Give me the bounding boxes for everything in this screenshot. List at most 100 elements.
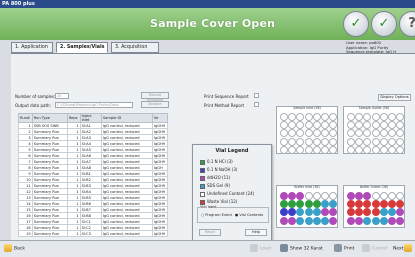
vial-well[interactable] [388, 137, 396, 146]
print-method-checkbox[interactable] [254, 102, 259, 107]
col-reps[interactable]: Reps [66, 113, 81, 123]
vial-well[interactable] [304, 113, 313, 121]
tab-acquisition[interactable]: 3. Acquisition [111, 42, 159, 53]
vial-well[interactable] [312, 145, 321, 154]
vial-well[interactable] [296, 145, 305, 154]
vial-well[interactable] [347, 208, 355, 217]
vial-well[interactable] [355, 208, 364, 217]
vial-well[interactable] [296, 216, 305, 225]
vial-well[interactable] [288, 216, 297, 225]
vial-well[interactable] [304, 208, 313, 217]
vial-well[interactable] [312, 113, 321, 121]
run-status-button[interactable]: ✓ [343, 11, 369, 37]
vial-well[interactable] [321, 208, 329, 217]
vial-well[interactable] [371, 200, 380, 209]
print-button[interactable]: Print [334, 244, 354, 254]
table-cell[interactable]: SI:C3 [79, 230, 102, 237]
vial-well[interactable] [347, 192, 355, 200]
vial-well[interactable] [321, 145, 329, 154]
vial-well[interactable] [288, 129, 297, 138]
vial-well[interactable] [355, 200, 364, 209]
vial-well[interactable] [347, 145, 355, 154]
vial-well[interactable] [280, 121, 288, 130]
vial-well[interactable] [355, 145, 364, 154]
vial-well[interactable] [379, 121, 388, 130]
table-cell[interactable]: Summary Run [31, 230, 68, 237]
vial-well[interactable] [355, 192, 364, 200]
vial-well[interactable] [312, 137, 321, 146]
vial-well[interactable] [296, 121, 305, 130]
table-cell[interactable]: 1 [66, 230, 81, 237]
vial-well[interactable] [280, 129, 288, 138]
vial-well[interactable] [304, 129, 313, 138]
vial-well[interactable] [396, 113, 405, 121]
show-32karat-button[interactable]: Show 32 Karat [280, 244, 323, 254]
vial-well[interactable] [329, 192, 338, 200]
vial-well[interactable] [329, 145, 338, 154]
cancel-button[interactable]: Cancel [362, 244, 387, 254]
vial-well[interactable] [288, 113, 297, 121]
vial-well[interactable] [329, 208, 338, 217]
vial-well[interactable] [363, 216, 372, 225]
vial-well[interactable] [312, 200, 321, 209]
vial-well[interactable] [304, 200, 313, 209]
print-sequence-checkbox[interactable] [254, 93, 259, 98]
vial-well[interactable] [312, 192, 321, 200]
vial-well[interactable] [312, 129, 321, 138]
vial-well[interactable] [280, 137, 288, 146]
vial-well[interactable] [396, 121, 405, 130]
vial-well[interactable] [371, 145, 380, 154]
vial-well[interactable] [396, 200, 405, 209]
col-run-number[interactable]: Run# [18, 113, 33, 123]
vial-well[interactable] [304, 192, 313, 200]
vial-well[interactable] [363, 145, 372, 154]
vial-well[interactable] [355, 113, 364, 121]
vial-well[interactable] [329, 137, 338, 146]
vial-well[interactable] [280, 192, 288, 200]
reset-button[interactable]: Reset [199, 229, 221, 236]
vial-well[interactable] [355, 137, 364, 146]
vial-well[interactable] [396, 208, 405, 217]
help-button[interactable]: ? [399, 11, 415, 37]
vial-well[interactable] [321, 192, 329, 200]
vial-well[interactable] [321, 113, 329, 121]
vial-well[interactable] [288, 192, 297, 200]
vial-well[interactable] [296, 208, 305, 217]
vial-well[interactable] [379, 137, 388, 146]
vial-well[interactable] [296, 137, 305, 146]
vial-well[interactable] [288, 121, 297, 130]
vial-well[interactable] [304, 137, 313, 146]
vial-well[interactable] [371, 137, 380, 146]
reload-template-button[interactable]: Reload template [141, 92, 169, 102]
vial-well[interactable] [347, 216, 355, 225]
next-button[interactable]: Next [393, 244, 414, 254]
sequence-button[interactable]: ✓ [371, 11, 397, 37]
radio-program-event[interactable]: ○ Program Event [201, 213, 232, 217]
vial-well[interactable] [388, 200, 396, 209]
vial-well[interactable] [388, 192, 396, 200]
vial-well[interactable] [296, 192, 305, 200]
vial-well[interactable] [304, 216, 313, 225]
vial-well[interactable] [296, 129, 305, 138]
vial-well[interactable] [347, 113, 355, 121]
load-button[interactable]: Load [250, 244, 271, 254]
table-cell[interactable]: IgG control, reduced [100, 230, 153, 237]
vial-well[interactable] [396, 137, 405, 146]
vial-well[interactable] [280, 200, 288, 209]
vial-well[interactable] [371, 113, 380, 121]
table-row[interactable]: 19 Summary Run 1 SI:C3 IgG control, reduced I… [18, 230, 169, 237]
vial-well[interactable] [379, 129, 388, 138]
col-ve[interactable]: Ve [151, 113, 169, 123]
vial-well[interactable] [296, 200, 305, 209]
vial-well[interactable] [379, 208, 388, 217]
vial-well[interactable] [304, 145, 313, 154]
table-cell[interactable]: IgGH9 [151, 230, 169, 237]
vial-well[interactable] [355, 129, 364, 138]
display-options-button[interactable]: Display Options [378, 94, 411, 101]
vial-well[interactable] [288, 137, 297, 146]
vial-well[interactable] [355, 216, 364, 225]
vial-well[interactable] [288, 200, 297, 209]
vial-well[interactable] [363, 113, 372, 121]
vial-well[interactable] [379, 200, 388, 209]
vial-well[interactable] [388, 121, 396, 130]
